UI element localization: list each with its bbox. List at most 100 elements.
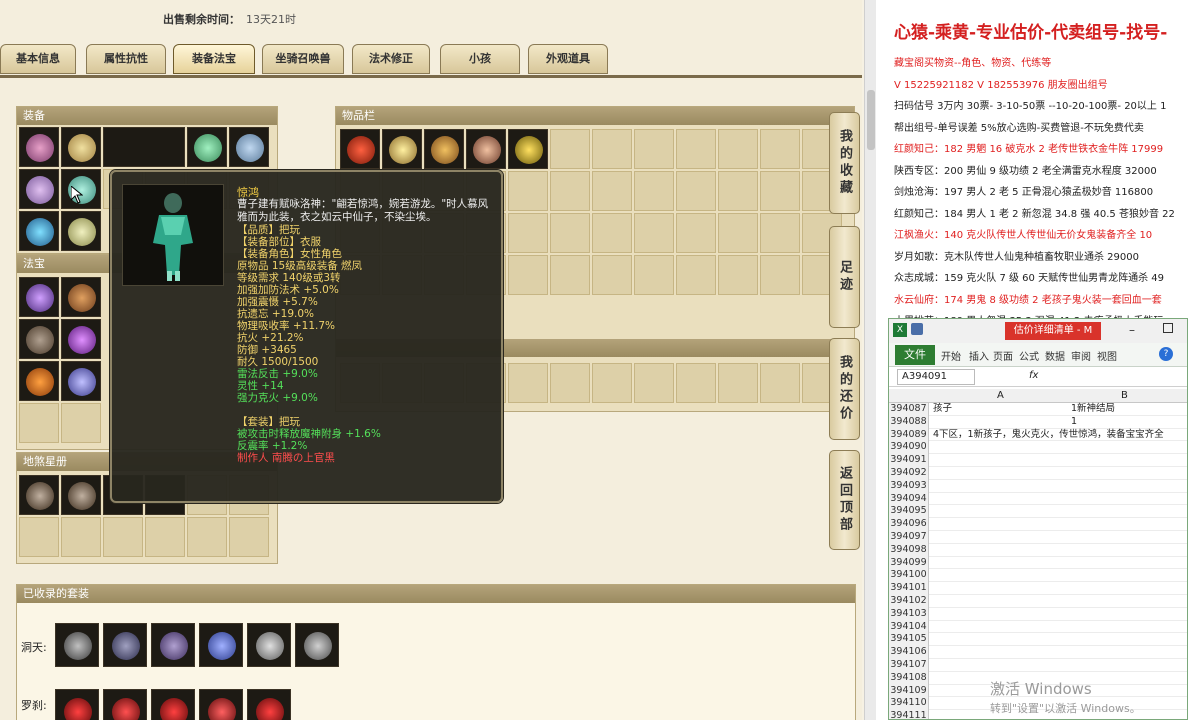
inventory-slot[interactable] — [592, 363, 632, 403]
row-number[interactable]: 394110 — [889, 697, 929, 711]
inventory-slot[interactable] — [676, 363, 716, 403]
equip-slot[interactable] — [61, 211, 101, 251]
ribbon-tab[interactable]: 视图 — [1097, 348, 1117, 363]
inventory-slot[interactable] — [634, 363, 674, 403]
row-number[interactable]: 394093 — [889, 479, 929, 493]
tab-basic-info[interactable]: 基本信息 — [0, 44, 76, 74]
inventory-slot[interactable] — [508, 363, 548, 403]
inventory-slot[interactable] — [550, 255, 590, 295]
suit-item[interactable] — [247, 689, 291, 720]
row-number[interactable]: 394090 — [889, 441, 929, 455]
row-number[interactable]: 394103 — [889, 607, 929, 621]
tab-attributes[interactable]: 属性抗性 — [86, 44, 166, 74]
ribbon-tab[interactable]: 插入 — [969, 348, 989, 363]
tab-mounts[interactable]: 坐骑召唤兽 — [262, 44, 344, 74]
row-number[interactable]: 394106 — [889, 646, 929, 659]
inventory-slot[interactable] — [508, 213, 548, 253]
tab-child[interactable]: 小孩 — [440, 44, 520, 74]
suit-item[interactable] — [103, 623, 147, 667]
column-header-b[interactable]: B — [1121, 390, 1128, 401]
suit-item[interactable] — [151, 689, 195, 720]
footprint-button[interactable]: 足迹 — [829, 226, 860, 328]
inventory-slot[interactable] — [592, 171, 632, 211]
inventory-slot[interactable] — [550, 129, 590, 169]
suit-item[interactable] — [55, 689, 99, 720]
inventory-slot[interactable] — [718, 129, 758, 169]
inventory-slot[interactable] — [676, 171, 716, 211]
inventory-slot[interactable] — [592, 213, 632, 253]
row-number[interactable]: 394098 — [889, 543, 929, 557]
inventory-slot[interactable] — [718, 171, 758, 211]
inventory-slot[interactable] — [592, 129, 632, 169]
equip-slot-wide[interactable] — [103, 127, 185, 167]
row-number[interactable]: 394092 — [889, 467, 929, 480]
suit-item[interactable] — [55, 623, 99, 667]
inventory-slot[interactable] — [718, 363, 758, 403]
cell-a[interactable]: 4下区，1新孩子，鬼火克火，传世惊鸿，装备宝宝齐全 — [933, 429, 1164, 442]
equip-slot[interactable] — [19, 169, 59, 209]
ribbon-tab[interactable]: 数据 — [1045, 348, 1065, 363]
help-icon[interactable]: ? — [1159, 347, 1173, 361]
fabao-slot[interactable] — [19, 319, 59, 359]
scrollbar-thumb[interactable] — [867, 90, 875, 150]
fabao-slot[interactable] — [61, 403, 101, 443]
suit-item[interactable] — [199, 689, 243, 720]
ribbon-tab[interactable]: 公式 — [1019, 348, 1039, 363]
inventory-slot[interactable] — [760, 129, 800, 169]
equip-slot[interactable] — [61, 127, 101, 167]
fabao-slot[interactable] — [61, 361, 101, 401]
row-number[interactable]: 394104 — [889, 620, 929, 634]
inventory-slot[interactable] — [340, 129, 380, 169]
star-slot[interactable] — [145, 517, 185, 557]
ribbon-tab[interactable]: 页面 — [993, 348, 1013, 363]
suit-item[interactable] — [247, 623, 291, 667]
fabao-slot[interactable] — [61, 319, 101, 359]
row-number[interactable]: 394088 — [889, 415, 929, 429]
inventory-slot[interactable] — [634, 171, 674, 211]
row-number[interactable]: 394101 — [889, 582, 929, 595]
page-scrollbar[interactable] — [864, 0, 876, 720]
tab-spells[interactable]: 法术修正 — [352, 44, 430, 74]
cell-b[interactable]: 1新神结局 — [1071, 403, 1115, 416]
row-number[interactable]: 394111 — [889, 710, 929, 719]
row-number[interactable]: 394089 — [889, 428, 929, 442]
file-tab[interactable]: 文件 — [895, 345, 935, 365]
inventory-slot[interactable] — [634, 213, 674, 253]
ribbon-tab[interactable]: 开始 — [941, 348, 961, 363]
suit-item[interactable] — [295, 623, 339, 667]
inventory-slot[interactable] — [634, 255, 674, 295]
fabao-slot[interactable] — [19, 403, 59, 443]
fabao-slot[interactable] — [61, 277, 101, 317]
inventory-slot[interactable] — [550, 171, 590, 211]
star-slot[interactable] — [61, 475, 101, 515]
inventory-slot[interactable] — [466, 129, 506, 169]
suit-item[interactable] — [151, 623, 195, 667]
back-to-top-button[interactable]: 返回顶部 — [829, 450, 860, 550]
inventory-slot[interactable] — [676, 129, 716, 169]
inventory-slot[interactable] — [760, 363, 800, 403]
column-header-a[interactable]: A — [997, 390, 1004, 401]
row-number[interactable]: 394097 — [889, 531, 929, 544]
fabao-slot[interactable] — [19, 277, 59, 317]
inventory-slot[interactable] — [760, 213, 800, 253]
inventory-slot[interactable] — [676, 213, 716, 253]
cell-a[interactable]: 孩子 — [933, 403, 952, 416]
equip-slot[interactable] — [19, 127, 59, 167]
inventory-slot[interactable] — [760, 171, 800, 211]
row-number[interactable]: 394091 — [889, 454, 929, 467]
row-number[interactable]: 394102 — [889, 595, 929, 608]
row-number[interactable]: 394105 — [889, 633, 929, 647]
inventory-slot[interactable] — [550, 213, 590, 253]
tab-appearance[interactable]: 外观道具 — [528, 44, 608, 74]
equip-slot[interactable] — [229, 127, 269, 167]
cell-b[interactable]: 1 — [1071, 416, 1077, 429]
star-slot[interactable] — [103, 517, 143, 557]
inventory-slot[interactable] — [718, 213, 758, 253]
name-box[interactable]: A394091 — [897, 369, 975, 385]
row-number[interactable]: 394087 — [889, 403, 929, 416]
star-slot[interactable] — [187, 517, 227, 557]
row-number[interactable]: 394095 — [889, 505, 929, 519]
suit-item[interactable] — [199, 623, 243, 667]
inventory-slot[interactable] — [382, 129, 422, 169]
inventory-slot[interactable] — [508, 255, 548, 295]
